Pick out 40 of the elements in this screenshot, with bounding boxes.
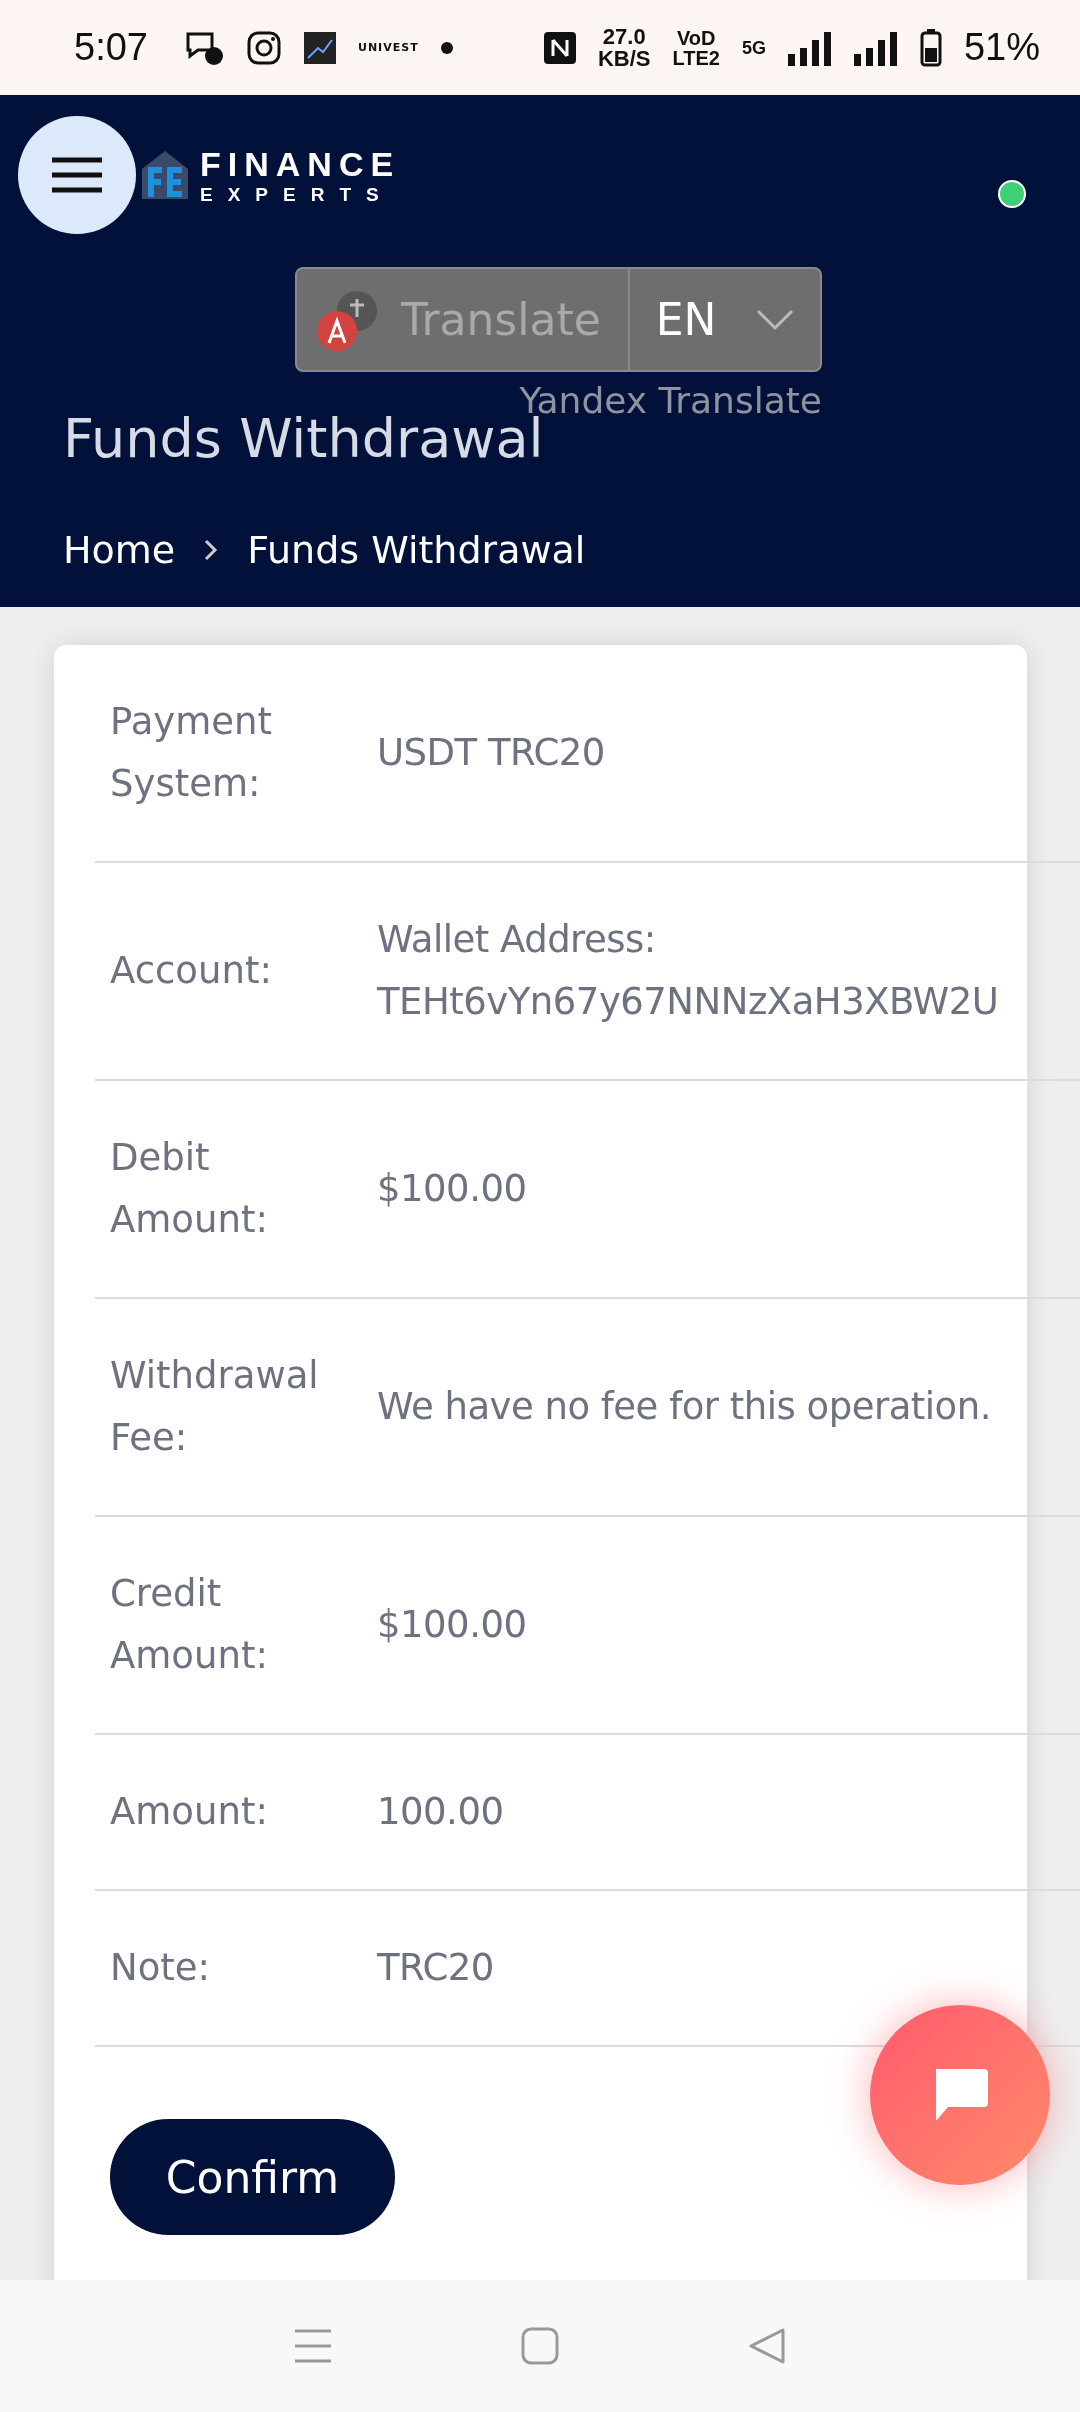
detail-label: Amount:: [109, 1789, 269, 1835]
network-type: 5G: [741, 38, 766, 57]
brand-name: FINANCE: [200, 146, 401, 181]
detail-value: $100.00: [377, 1602, 527, 1648]
signal-icon: [787, 29, 832, 66]
detail-value: 100.00: [377, 1789, 504, 1835]
detail-value: USDT TRC20: [377, 730, 605, 776]
detail-label: Payment System:: [109, 699, 273, 807]
signal-icon: [853, 29, 898, 66]
confirm-button[interactable]: Confirm: [110, 2119, 395, 2235]
detail-label: Debit Amount:: [109, 1135, 269, 1243]
detail-label: Credit Amount:: [109, 1571, 269, 1679]
network-speed: 27.0 KB/S: [597, 25, 651, 70]
detail-value: Wallet Address:: [377, 917, 657, 963]
detail-value: We have no fee for this operation.: [377, 1384, 991, 1430]
status-time: 5:07: [74, 26, 148, 69]
home-square-icon[interactable]: [520, 2326, 560, 2366]
app-notification-label: UNIVEST: [357, 41, 419, 54]
battery-percent: 51%: [963, 26, 1040, 69]
menu-icon[interactable]: [293, 2328, 334, 2364]
chevron-right-icon: [203, 538, 220, 562]
detail-label: Account:: [109, 948, 273, 994]
detail-label: Withdrawal Fee:: [109, 1353, 320, 1461]
chart-app-icon: [303, 31, 336, 64]
camera-icon: [245, 29, 282, 66]
language-select[interactable]: EN: [630, 269, 820, 370]
menu-icon: [52, 157, 102, 193]
dot-icon: [440, 41, 453, 54]
logo-icon: [140, 149, 190, 201]
chevron-down-icon: [756, 308, 795, 331]
detail-label: Note:: [109, 1945, 212, 1991]
brand-tagline: EXPERTS: [200, 184, 395, 204]
breadcrumb-link[interactable]: Home: [63, 528, 176, 572]
battery-icon: [919, 28, 942, 67]
nfc-icon: [543, 31, 576, 64]
volte-label: VoD LTE2: [672, 27, 720, 68]
detail-value: TEHt6vYn67y67NNNzXaH3XBW2U: [377, 979, 999, 1025]
breadcrumb-link[interactable]: Funds Withdrawal: [247, 528, 586, 572]
detail-value: $100.00: [377, 1166, 527, 1212]
detail-value: TRC20: [377, 1945, 494, 1991]
